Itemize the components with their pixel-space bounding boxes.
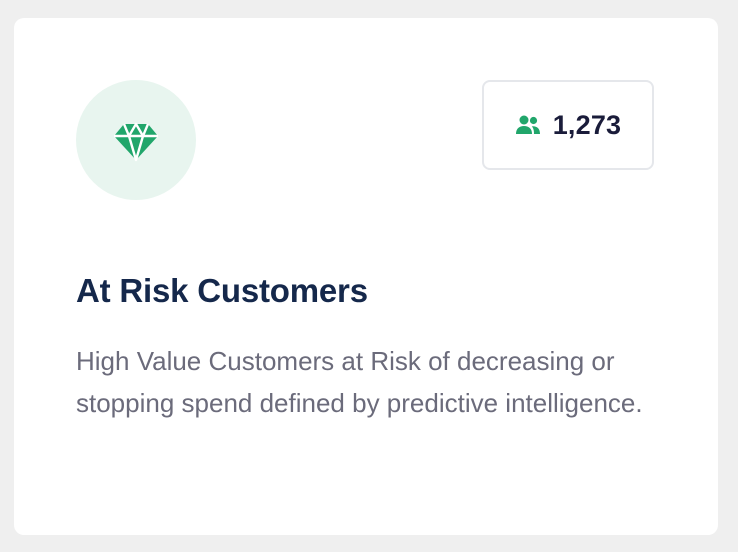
card-title: At Risk Customers xyxy=(76,272,368,309)
gem-icon xyxy=(112,116,160,164)
users-icon xyxy=(515,114,541,136)
customer-count: 1,273 xyxy=(552,109,622,140)
segment-card[interactable]: 1,273 At Risk Customers High Value Custo… xyxy=(14,18,718,535)
segment-icon-badge xyxy=(76,80,196,200)
customer-count-badge: 1,273 xyxy=(482,80,654,170)
card-description: High Value Customers at Risk of decreasi… xyxy=(76,346,643,418)
